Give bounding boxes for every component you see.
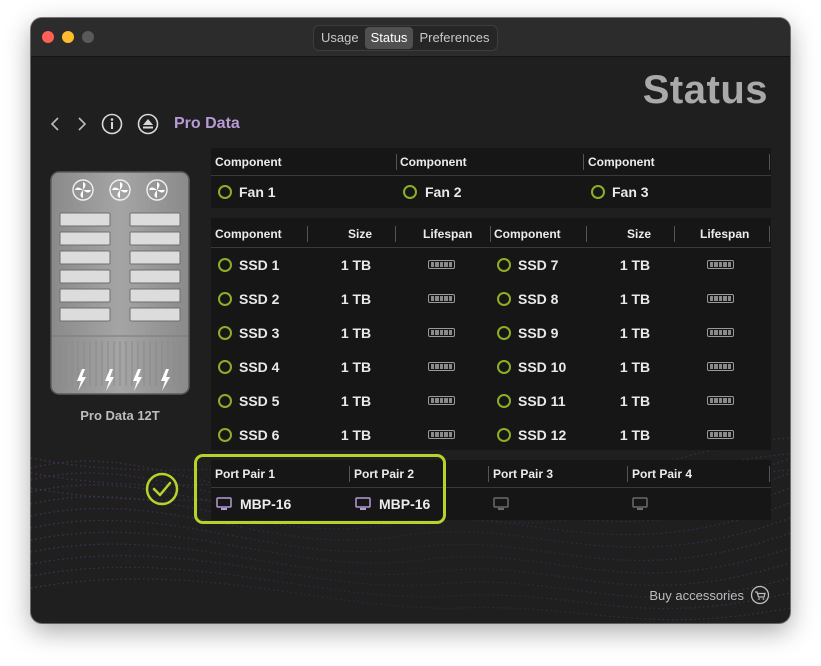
ssd-header-lifespan-left: Lifespan: [423, 227, 473, 241]
eject-icon[interactable]: [137, 113, 159, 135]
ssd-5-label: SSD 5: [239, 393, 280, 409]
ssd-4-status: [218, 360, 232, 374]
ssd-5-size: 1 TB: [340, 393, 372, 409]
ssd-3-size: 1 TB: [340, 325, 372, 341]
ssd-8-status: [497, 292, 511, 306]
ssd-10-status: [497, 360, 511, 374]
ssd-2-status: [218, 292, 232, 306]
ssd-1-status: [218, 258, 232, 272]
buy-accessories-label: Buy accessories: [649, 587, 744, 603]
close-window-button[interactable]: [42, 31, 54, 43]
tab-preferences[interactable]: Preferences: [413, 27, 495, 49]
ssd-12-status: [497, 428, 511, 442]
zoom-window-button[interactable]: [82, 31, 94, 43]
minimize-window-button[interactable]: [62, 31, 74, 43]
ssd-1-size: 1 TB: [340, 257, 372, 273]
ssd-7-status: [497, 258, 511, 272]
lifespan-bar-icon: [707, 362, 734, 371]
ssd-header-lifespan-right: Lifespan: [700, 227, 750, 241]
ssd-3-status: [218, 326, 232, 340]
ssd-6-size: 1 TB: [340, 427, 372, 443]
ssd-12-size: 1 TB: [619, 427, 651, 443]
fan-1-status: [218, 185, 232, 199]
fan-2-label: Fan 2: [425, 184, 462, 200]
ssd-9-status: [497, 326, 511, 340]
lifespan-bar-icon: [428, 396, 455, 405]
cart-icon: [750, 585, 770, 605]
lifespan-bar-icon: [707, 396, 734, 405]
computer-icon: [493, 497, 509, 510]
ssd-7-label: SSD 7: [518, 257, 559, 273]
tab-bar: Usage Status Preferences: [313, 25, 498, 51]
fans-header-2: Component: [400, 155, 467, 169]
lifespan-bar-icon: [428, 430, 455, 439]
ssd-12-label: SSD 12: [518, 427, 567, 443]
lifespan-bar-icon: [707, 294, 734, 303]
port-pair-4-header: Port Pair 4: [632, 467, 693, 481]
ssd-6-label: SSD 6: [239, 427, 280, 443]
title-bar: Usage Status Preferences: [31, 18, 790, 57]
checkmark-circle-icon: [145, 472, 179, 506]
ssd-9-label: SSD 9: [518, 325, 559, 341]
ssd-8-label: SSD 8: [518, 291, 559, 307]
fans-header-3: Component: [588, 155, 655, 169]
ssd-11-status: [497, 394, 511, 408]
app-window: Usage Status Preferences Status Pro Data: [31, 18, 790, 623]
ssd-9-size: 1 TB: [619, 325, 651, 341]
ssd-5-status: [218, 394, 232, 408]
page-title: Status: [642, 68, 768, 112]
tab-usage[interactable]: Usage: [315, 27, 365, 49]
ssd-1-label: SSD 1: [239, 257, 280, 273]
ssd-7-size: 1 TB: [619, 257, 651, 273]
device-name: Pro Data: [174, 115, 240, 132]
lifespan-bar-icon: [428, 294, 455, 303]
fan-1-label: Fan 1: [239, 184, 276, 200]
ssd-header-component-right: Component: [494, 227, 561, 241]
port-pair-3-header: Port Pair 3: [493, 467, 554, 481]
ssd-2-size: 1 TB: [340, 291, 372, 307]
lifespan-bar-icon: [707, 260, 734, 269]
ssd-11-size: 1 TB: [619, 393, 651, 409]
fans-table: Component Component Component Fan 1 Fan …: [211, 148, 771, 208]
ssd-header-size-left: Size: [348, 227, 373, 241]
fans-header-1: Component: [215, 155, 282, 169]
fan-2-status: [403, 185, 417, 199]
ssd-8-size: 1 TB: [619, 291, 651, 307]
device-image: [50, 171, 190, 395]
chevron-left-icon[interactable]: [49, 116, 61, 132]
lifespan-bar-icon: [428, 260, 455, 269]
ssd-header-component-left: Component: [215, 227, 282, 241]
fan-3-label: Fan 3: [612, 184, 649, 200]
computer-icon: [632, 497, 648, 510]
ssd-2-label: SSD 2: [239, 291, 280, 307]
lifespan-bar-icon: [707, 328, 734, 337]
lifespan-bar-icon: [707, 430, 734, 439]
ssd-11-label: SSD 11: [518, 393, 566, 409]
ssd-4-label: SSD 4: [239, 359, 280, 375]
fan-3-status: [591, 185, 605, 199]
buy-accessories-button[interactable]: Buy accessories: [649, 585, 770, 605]
info-icon[interactable]: [101, 113, 123, 135]
device-caption: Pro Data 12T: [80, 408, 160, 423]
ssd-header-size-right: Size: [627, 227, 652, 241]
ssd-4-size: 1 TB: [340, 359, 372, 375]
ssd-10-label: SSD 10: [518, 359, 567, 375]
ssd-6-status: [218, 428, 232, 442]
ssd-3-label: SSD 3: [239, 325, 280, 341]
port-highlight: [194, 454, 446, 524]
tab-status[interactable]: Status: [364, 27, 414, 49]
lifespan-bar-icon: [428, 328, 455, 337]
ssd-table: Component Size Lifespan Component Size L…: [211, 218, 771, 450]
lifespan-bar-icon: [428, 362, 455, 371]
ssd-10-size: 1 TB: [619, 359, 651, 375]
chevron-right-icon[interactable]: [76, 116, 88, 132]
